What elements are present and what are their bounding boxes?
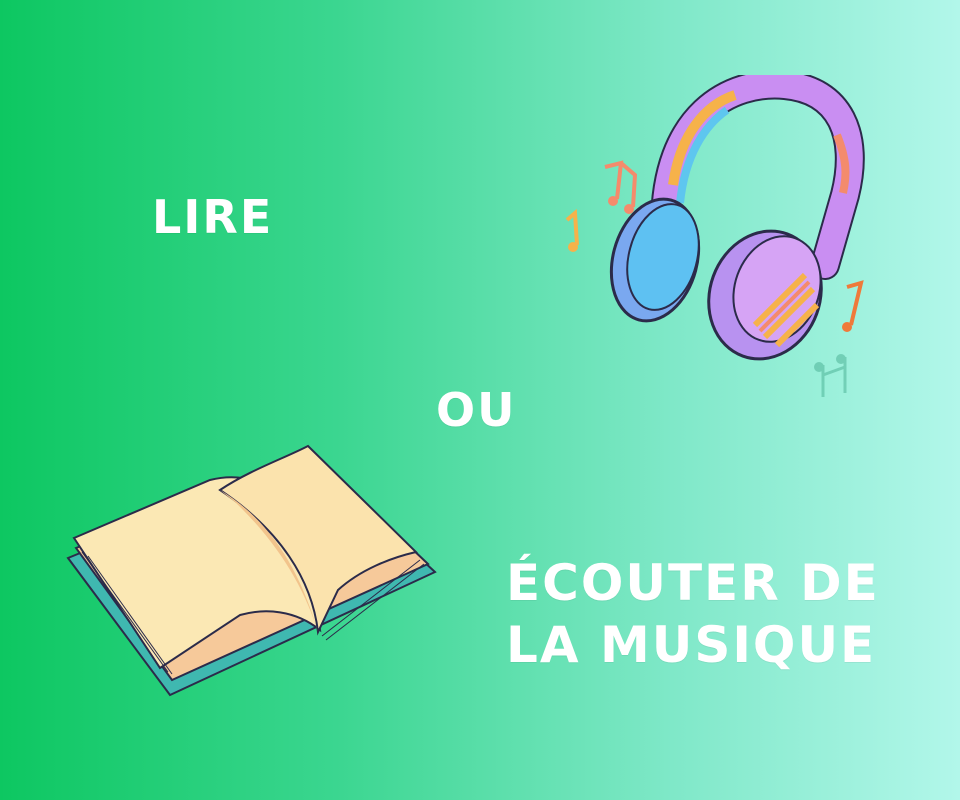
music-note-icon [565, 208, 579, 252]
slide-canvas: LIRE OU ÉCOUTER DE LA MUSIQUE [0, 0, 960, 800]
music-note-icon [604, 160, 638, 214]
phrase-ecouter-musique: ÉCOUTER DE LA MUSIQUE [506, 552, 926, 676]
word-lire: LIRE [152, 190, 274, 244]
word-ou: OU [436, 383, 517, 437]
music-note-icon [814, 354, 847, 397]
music-note-icon [842, 280, 864, 332]
phrase-line-1: ÉCOUTER DE [506, 554, 880, 612]
phrase-line-2: LA MUSIQUE [506, 616, 877, 674]
headphones-icon [565, 75, 865, 397]
open-book-icon [66, 444, 437, 697]
